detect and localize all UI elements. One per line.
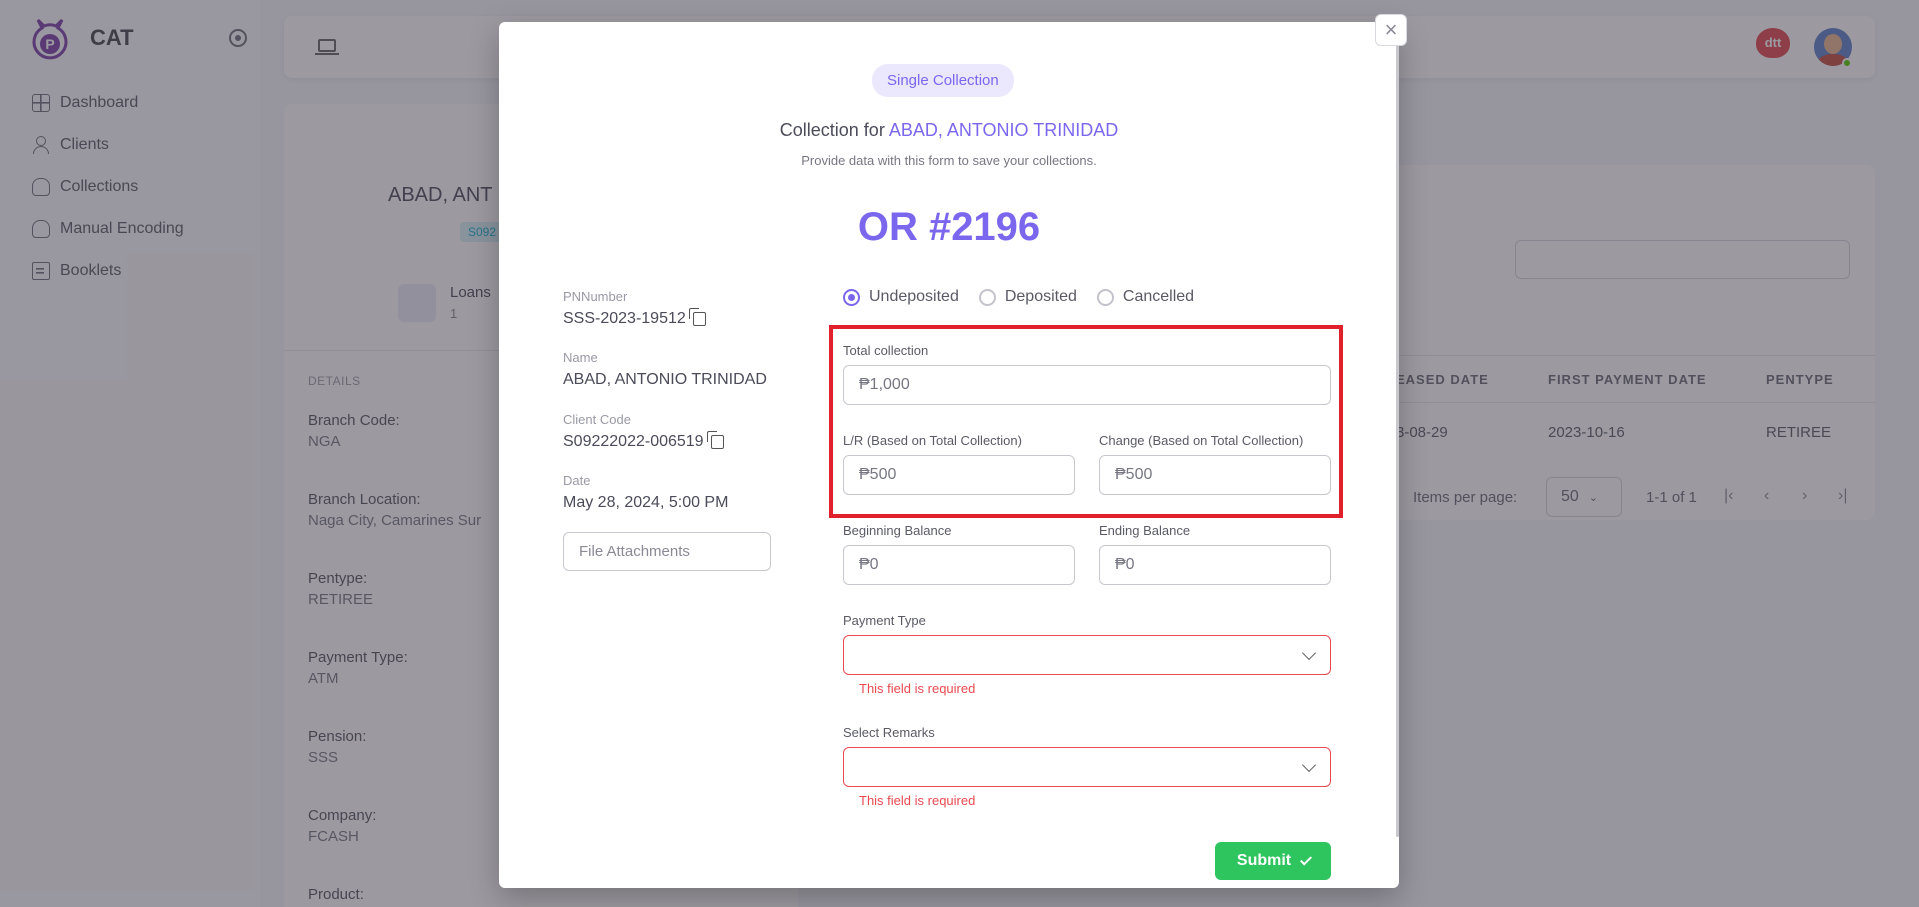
remarks-label: Select Remarks [843, 725, 935, 740]
client-code-block: Client Code S09222022-006519 [563, 412, 724, 451]
radio-label: Cancelled [1122, 288, 1195, 305]
ending-balance-input[interactable]: ₱0 [1099, 545, 1331, 585]
radio-label: Undeposited [869, 288, 959, 305]
remarks-error: This field is required [859, 793, 976, 808]
modal-title-prefix: Collection for [779, 120, 885, 140]
modal-subtitle: Provide data with this form to save your… [801, 153, 1097, 168]
copy-icon[interactable] [688, 308, 706, 326]
ending-balance-label: Ending Balance [1099, 523, 1191, 538]
lr-label: L/R (Based on Total Collection) [843, 433, 1022, 448]
radio-undeposited[interactable]: Undeposited [843, 288, 959, 306]
radio-unselected-icon [1096, 288, 1114, 306]
close-modal-button[interactable]: × [1375, 14, 1407, 46]
collection-modal: Single Collection Collection for ABAD, A… [499, 22, 1399, 888]
total-collection-label: Total collection [843, 343, 929, 358]
payment-type-label: Payment Type [843, 613, 926, 628]
modal-title: Collection for ABAD, ANTONIO TRINIDAD [499, 120, 1399, 141]
pn-number-label: PNNumber [563, 289, 628, 304]
file-attachments-button[interactable]: File Attachments [563, 532, 771, 571]
date-value: May 28, 2024, 5:00 PM [563, 494, 729, 511]
date-block: Date May 28, 2024, 5:00 PM [563, 473, 728, 512]
radio-label: Deposited [1004, 288, 1077, 305]
submit-button[interactable]: Submit [1215, 842, 1331, 880]
name-label: Name [563, 350, 598, 365]
copy-icon[interactable] [706, 431, 724, 449]
pn-number-block: PNNumber SSS-2023-19512 [563, 289, 706, 328]
change-label: Change (Based on Total Collection) [1099, 433, 1304, 448]
name-block: Name ABAD, ANTONIO TRINIDAD [563, 350, 767, 389]
modal-client-name: ABAD, ANTONIO TRINIDAD [888, 120, 1119, 140]
radio-selected-icon [843, 288, 860, 306]
beginning-balance-input[interactable]: ₱0 [843, 545, 1075, 585]
beginning-balance-label: Beginning Balance [843, 523, 952, 538]
client-code-text: S09222022-006519 [563, 433, 704, 450]
date-label: Date [563, 473, 591, 488]
submit-label: Submit [1236, 852, 1292, 869]
close-icon: × [1384, 17, 1398, 42]
payment-type-error: This field is required [859, 681, 976, 696]
or-number: OR #2196 [857, 205, 1041, 249]
radio-deposited[interactable]: Deposited [978, 288, 1077, 306]
client-code-value: S09222022-006519 [563, 431, 724, 451]
payment-type-select[interactable] [843, 635, 1331, 675]
deposit-status-radio-group: Undeposited Deposited Cancelled [843, 288, 1214, 306]
radio-unselected-icon [978, 288, 996, 306]
single-collection-chip: Single Collection [872, 64, 1014, 97]
change-input[interactable]: ₱500 [1099, 455, 1331, 495]
chevron-down-icon [1301, 645, 1317, 661]
name-value: ABAD, ANTONIO TRINIDAD [563, 371, 767, 388]
client-code-label: Client Code [563, 412, 631, 427]
modal-scrollbar[interactable] [1396, 22, 1399, 837]
chevron-down-icon [1301, 757, 1317, 773]
pn-number-value: SSS-2023-19512 [563, 308, 706, 328]
total-collection-input[interactable]: ₱1,000 [843, 365, 1331, 405]
radio-cancelled[interactable]: Cancelled [1096, 288, 1195, 306]
check-icon [1300, 852, 1313, 866]
remarks-select[interactable] [843, 747, 1331, 787]
pn-number-text: SSS-2023-19512 [563, 310, 686, 327]
lr-input[interactable]: ₱500 [843, 455, 1075, 495]
